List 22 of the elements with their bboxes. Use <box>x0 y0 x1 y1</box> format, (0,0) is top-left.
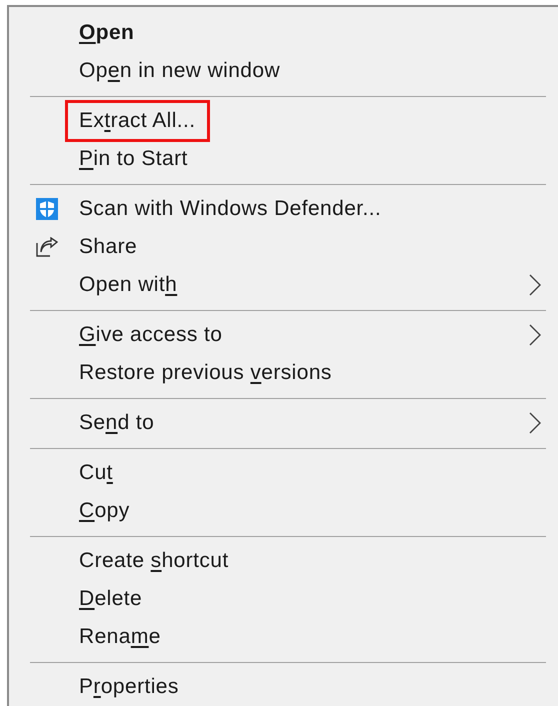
menu-item[interactable]: Create shortcut <box>9 542 557 580</box>
menu-item[interactable]: Cut <box>9 454 557 492</box>
menu-item[interactable]: Open <box>9 14 557 52</box>
chevron-right-icon <box>529 412 541 434</box>
menu-item[interactable]: Open with <box>9 266 557 304</box>
menu-item[interactable]: Extract All... <box>9 102 557 140</box>
menu-item[interactable]: Restore previous versions <box>9 354 557 392</box>
menu-item[interactable]: Share <box>9 228 557 266</box>
menu-item[interactable]: Properties <box>9 668 557 706</box>
menu-item[interactable]: Give access to <box>9 316 557 354</box>
menu-item[interactable]: Copy <box>9 492 557 530</box>
menu-item[interactable]: Pin to Start <box>9 140 557 178</box>
menu-item[interactable]: Rename <box>9 618 557 656</box>
shield-icon <box>36 198 58 220</box>
highlight-frame: Extract All... <box>65 100 210 142</box>
menu-item[interactable]: Delete <box>9 580 557 618</box>
chevron-right-icon <box>529 324 541 346</box>
chevron-right-icon <box>529 274 541 296</box>
menu-item[interactable]: Send to <box>9 404 557 442</box>
menu-item[interactable]: Scan with Windows Defender... <box>9 190 557 228</box>
share-icon <box>36 237 58 257</box>
menu-item[interactable]: Open in new window <box>9 52 557 90</box>
